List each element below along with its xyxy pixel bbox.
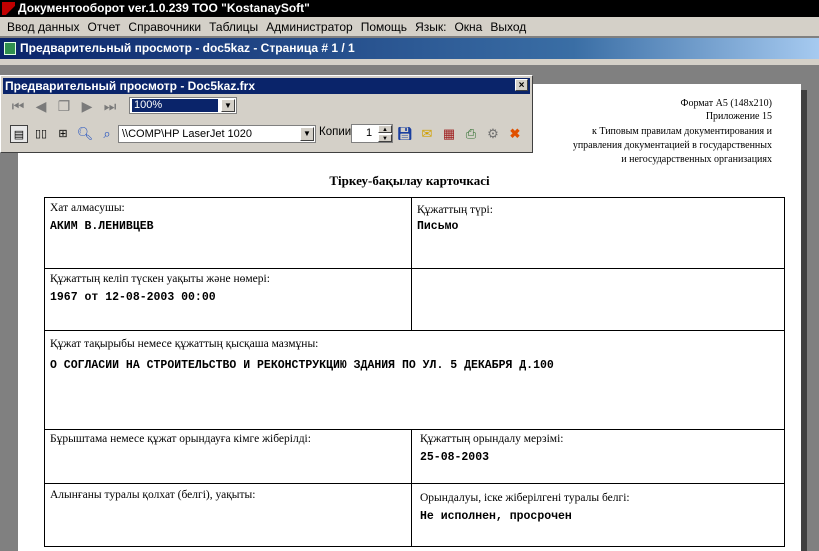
menu-bar: Ввод данных Отчет Справочники Таблицы Ад…: [0, 17, 819, 37]
header-format: Формат А5 (148х210): [680, 98, 772, 109]
next-page-icon[interactable]: ▶: [77, 96, 97, 116]
copies-stepper[interactable]: 1 ▲ ▼: [351, 124, 393, 143]
cell-empty: [412, 269, 785, 331]
sender-value: АКИМ В.ЛЕНИВЦЕВ: [50, 220, 154, 233]
received-value: 1967 от 12-08-2003 00:00: [50, 291, 216, 304]
resolution-label: Бұрыштама немесе құжат орындауға кімге ж…: [50, 433, 311, 445]
spin-up-icon[interactable]: ▲: [378, 125, 392, 133]
close-icon[interactable]: ×: [515, 79, 528, 91]
spin-down-icon[interactable]: ▼: [378, 134, 392, 142]
multi-pages-icon[interactable]: ⊞: [54, 125, 72, 143]
header-rules-3: и негосударственных организациях: [621, 154, 772, 165]
card-title: Тіркеу-бақылау карточкасі: [329, 173, 490, 188]
menu-item-report[interactable]: Отчет: [84, 18, 125, 36]
toolbar-title: Предварительный просмотр - Doc5kaz.frx: [5, 79, 256, 93]
preview-toolbar-window: Предварительный просмотр - Doc5kaz.frx ×…: [0, 75, 533, 153]
print-icon[interactable]: ⎙: [462, 125, 480, 143]
printer-value: \\COMP\HP LaserJet 1020: [122, 128, 253, 140]
menu-item-references[interactable]: Справочники: [124, 18, 205, 36]
preview-window-title: Предварительный просмотр - doc5kaz - Стр…: [20, 41, 355, 55]
app-title: Документооборот ver.1.0.239 ТОО "Kostana…: [18, 1, 310, 15]
app-title-bar: Документооборот ver.1.0.239 ТОО "Kostana…: [0, 0, 819, 17]
chevron-down-icon[interactable]: ▼: [221, 99, 235, 112]
copies-label: Копии: [319, 126, 352, 138]
first-page-icon[interactable]: ⏮: [8, 96, 28, 116]
page-shadow: [801, 90, 807, 551]
header-appendix: Приложение 15: [705, 111, 772, 122]
chevron-down-icon[interactable]: ▼: [300, 127, 314, 141]
menu-item-input[interactable]: Ввод данных: [3, 18, 84, 36]
deadline-value: 25-08-2003: [420, 451, 490, 464]
menu-item-exit[interactable]: Выход: [486, 18, 530, 36]
doc-type-value: Письмо: [417, 220, 459, 233]
last-page-icon[interactable]: ⏭: [100, 96, 120, 116]
close-preview-icon[interactable]: ✖: [506, 125, 524, 143]
page-zoom-icon[interactable]: ⌕: [98, 125, 116, 143]
doc-type-label: Құжаттың түрі:: [417, 204, 493, 216]
execution-label: Орындалуы, іске жіберілгені туралы белгі…: [420, 492, 630, 504]
export-icon[interactable]: ▦: [440, 125, 458, 143]
deadline-label: Құжаттың орындалу мерзімі:: [420, 433, 564, 445]
sender-label: Хат алмасушы:: [50, 202, 125, 214]
app-icon: [2, 2, 15, 15]
menu-item-admin[interactable]: Администратор: [262, 18, 357, 36]
zoom-value: 100%: [132, 99, 218, 112]
execution-value: Не исполнен, просрочен: [420, 510, 572, 523]
menu-item-help[interactable]: Помощь: [357, 18, 411, 36]
preview-window-icon: [4, 42, 16, 55]
email-icon[interactable]: ✉: [418, 125, 436, 143]
copy-icon[interactable]: ❐: [54, 96, 74, 116]
header-rules-1: к Типовым правилам документирования и: [591, 126, 772, 137]
save-icon[interactable]: 💾︎: [396, 125, 414, 143]
zoom-icon[interactable]: 🔍︎: [76, 125, 94, 143]
subject-value: О СОГЛАСИИ НА СТРОИТЕЛЬСТВО И РЕКОНСТРУК…: [50, 359, 554, 372]
menu-item-tables[interactable]: Таблицы: [205, 18, 262, 36]
copies-value: 1: [366, 127, 373, 139]
two-pages-icon[interactable]: ▯▯: [32, 125, 50, 143]
zoom-select[interactable]: 100% ▼: [129, 97, 237, 114]
preview-window-title-bar: Предварительный просмотр - doc5kaz - Стр…: [0, 38, 819, 59]
printer-select[interactable]: \\COMP\HP LaserJet 1020 ▼: [118, 125, 316, 143]
single-page-icon[interactable]: ▤: [10, 125, 28, 143]
received-label: Құжаттың келіп түскен уақыты және нөмері…: [50, 273, 270, 285]
toolbar-title-bar[interactable]: Предварительный просмотр - Doc5kaz.frx ×: [3, 78, 530, 94]
receipt-label: Алынғаны туралы қолхат (белгі), уақыты:: [50, 489, 256, 501]
prev-page-icon[interactable]: ◀: [31, 96, 51, 116]
menu-item-language[interactable]: Язык:: [411, 18, 450, 36]
settings-icon[interactable]: ⚙: [484, 125, 502, 143]
menu-item-windows[interactable]: Окна: [450, 18, 486, 36]
header-rules-2: управления документацией в государственн…: [572, 140, 772, 151]
subject-label: Құжат тақырыбы немесе құжаттың қысқаша м…: [50, 338, 319, 350]
